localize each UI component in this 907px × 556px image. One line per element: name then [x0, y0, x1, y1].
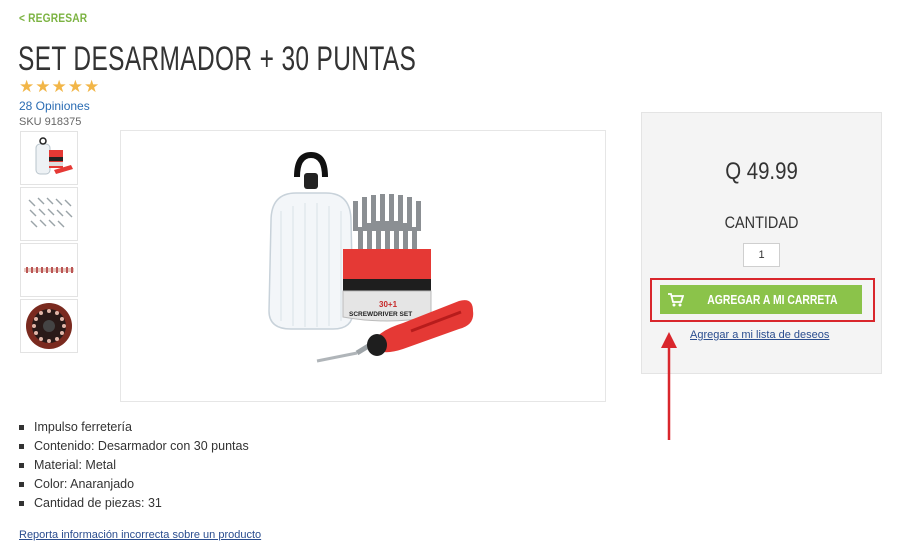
image-caption-line2: SCREWDRIVER SET	[349, 311, 412, 318]
feature-text: Color: Anaranjado	[34, 477, 135, 491]
rating-stars: ★ ★ ★ ★ ★	[19, 78, 99, 96]
feature-text: Material: Metal	[34, 458, 116, 472]
quantity-label: CANTIDAD	[724, 213, 799, 232]
feature-text: Contenido: Desarmador con 30 puntas	[34, 439, 249, 453]
list-item: Material: Metal	[19, 456, 249, 475]
add-to-cart-label: AGREGAR A MI CARRETA	[707, 292, 838, 307]
bullet-icon	[19, 425, 24, 430]
list-item: Cantidad de piezas: 31	[19, 494, 249, 513]
bullet-icon	[19, 501, 24, 506]
thumbnail-4[interactable]	[20, 299, 78, 353]
price: Q 49.99	[725, 158, 798, 185]
cart-icon	[668, 292, 685, 306]
add-to-cart-button[interactable]: AGREGAR A MI CARRETA	[660, 285, 862, 314]
list-item: Impulso ferretería	[19, 418, 249, 437]
thumbnail-1[interactable]	[20, 131, 78, 185]
list-item: Color: Anaranjado	[19, 475, 249, 494]
image-caption-line1: 30+1	[379, 300, 398, 309]
product-main-image: 30+1 SCREWDRIVER SET	[120, 130, 606, 402]
thumbnail-2[interactable]	[20, 187, 78, 241]
bullet-icon	[19, 482, 24, 487]
star-icon: ★	[84, 77, 100, 96]
feature-list: Impulso ferretería Contenido: Desarmador…	[19, 418, 249, 513]
product-title: SET DESARMADOR + 30 PUNTAS	[18, 40, 417, 78]
feature-text: Cantidad de piezas: 31	[34, 496, 162, 510]
thumbnail-gallery	[20, 131, 80, 355]
list-item: Contenido: Desarmador con 30 puntas	[19, 437, 249, 456]
bullet-icon	[19, 444, 24, 449]
sku-label: SKU 918375	[19, 116, 82, 128]
quantity-input[interactable]	[743, 243, 780, 267]
thumbnail-3[interactable]	[20, 243, 78, 297]
star-icon: ★	[67, 77, 83, 96]
back-link[interactable]: < REGRESAR	[19, 11, 87, 25]
feature-text: Impulso ferretería	[34, 420, 132, 434]
annotation-arrow-icon	[661, 332, 677, 440]
bullet-icon	[19, 463, 24, 468]
star-icon: ★	[51, 77, 67, 96]
reviews-link[interactable]: 28 Opiniones	[19, 99, 90, 113]
add-to-wishlist-link[interactable]: Agregar a mi lista de deseos	[690, 329, 829, 341]
star-icon: ★	[35, 77, 51, 96]
report-incorrect-info-link[interactable]: Reporta información incorrecta sobre un …	[19, 529, 261, 541]
star-icon: ★	[19, 77, 35, 96]
